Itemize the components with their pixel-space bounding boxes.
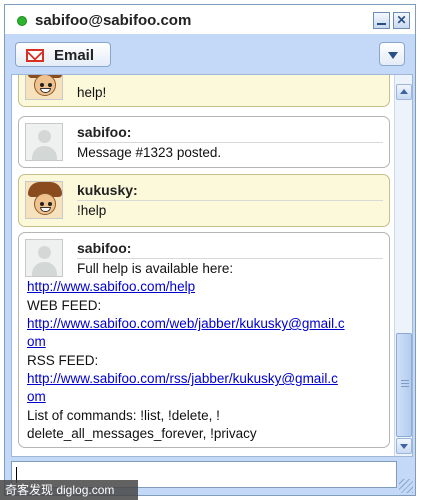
name-divider bbox=[77, 258, 383, 259]
scroll-up-button[interactable] bbox=[396, 84, 412, 100]
arrow-down-icon bbox=[400, 444, 408, 449]
message-list: help! sabifoo: Message #1323 posted. kuk… bbox=[12, 75, 394, 456]
close-button[interactable]: ✕ bbox=[393, 12, 410, 29]
toolbar: Email bbox=[5, 36, 415, 72]
sender-name: sabifoo: bbox=[77, 124, 132, 140]
rss-feed-link-cont[interactable]: om bbox=[27, 388, 46, 406]
resize-grip-icon[interactable] bbox=[399, 479, 413, 493]
minimize-icon bbox=[377, 23, 386, 25]
close-icon: ✕ bbox=[396, 13, 407, 27]
message-text: Message #1323 posted. bbox=[77, 145, 222, 160]
web-feed-link-cont[interactable]: om bbox=[27, 333, 46, 351]
chat-history[interactable]: help! sabifoo: Message #1323 posted. kuk… bbox=[11, 74, 413, 457]
arrow-up-icon bbox=[400, 89, 408, 94]
chat-message: sabifoo: Message #1323 posted. bbox=[18, 116, 390, 168]
email-button[interactable]: Email bbox=[15, 42, 111, 67]
commands-text-cont: delete_all_messages_forever, !privacy bbox=[27, 426, 257, 441]
options-menu-button[interactable] bbox=[379, 42, 405, 66]
watermark: 奇客发现 diglog.com bbox=[0, 480, 138, 500]
minimize-button[interactable] bbox=[373, 12, 390, 29]
title-bar[interactable]: sabifoo@sabifoo.com ✕ bbox=[5, 5, 415, 35]
message-text: Full help is available here: bbox=[77, 261, 234, 276]
sender-name: sabifoo: bbox=[77, 240, 132, 256]
gmail-icon bbox=[26, 49, 44, 62]
avatar bbox=[25, 123, 63, 161]
message-text: !help bbox=[77, 203, 107, 218]
web-feed-label: WEB FEED: bbox=[27, 298, 102, 313]
sender-name: kukusky: bbox=[77, 182, 138, 198]
avatar bbox=[25, 239, 63, 277]
email-button-label: Email bbox=[54, 47, 95, 64]
chevron-down-icon bbox=[388, 52, 398, 59]
avatar bbox=[25, 75, 63, 100]
avatar bbox=[25, 181, 63, 219]
chat-message: sabifoo: Full help is available here: ht… bbox=[18, 232, 390, 448]
chat-message: help! bbox=[18, 75, 390, 107]
vertical-scrollbar[interactable] bbox=[394, 75, 412, 456]
rss-feed-label: RSS FEED: bbox=[27, 353, 99, 368]
rss-feed-link[interactable]: http://www.sabifoo.com/rss/jabber/kukusk… bbox=[27, 370, 338, 388]
message-text: help! bbox=[77, 85, 107, 100]
scrollbar-thumb[interactable] bbox=[396, 333, 412, 437]
chat-window: sabifoo@sabifoo.com ✕ Email help! sabifo… bbox=[4, 4, 416, 496]
online-status-icon bbox=[17, 16, 27, 26]
commands-text: List of commands: !list, !delete, ! bbox=[27, 408, 220, 423]
help-link[interactable]: http://www.sabifoo.com/help bbox=[27, 278, 195, 296]
chat-message: kukusky: !help bbox=[18, 174, 390, 227]
window-title: sabifoo@sabifoo.com bbox=[35, 12, 192, 29]
web-feed-link[interactable]: http://www.sabifoo.com/web/jabber/kukusk… bbox=[27, 315, 345, 333]
name-divider bbox=[77, 200, 383, 201]
name-divider bbox=[77, 142, 383, 143]
scroll-down-button[interactable] bbox=[396, 438, 412, 454]
